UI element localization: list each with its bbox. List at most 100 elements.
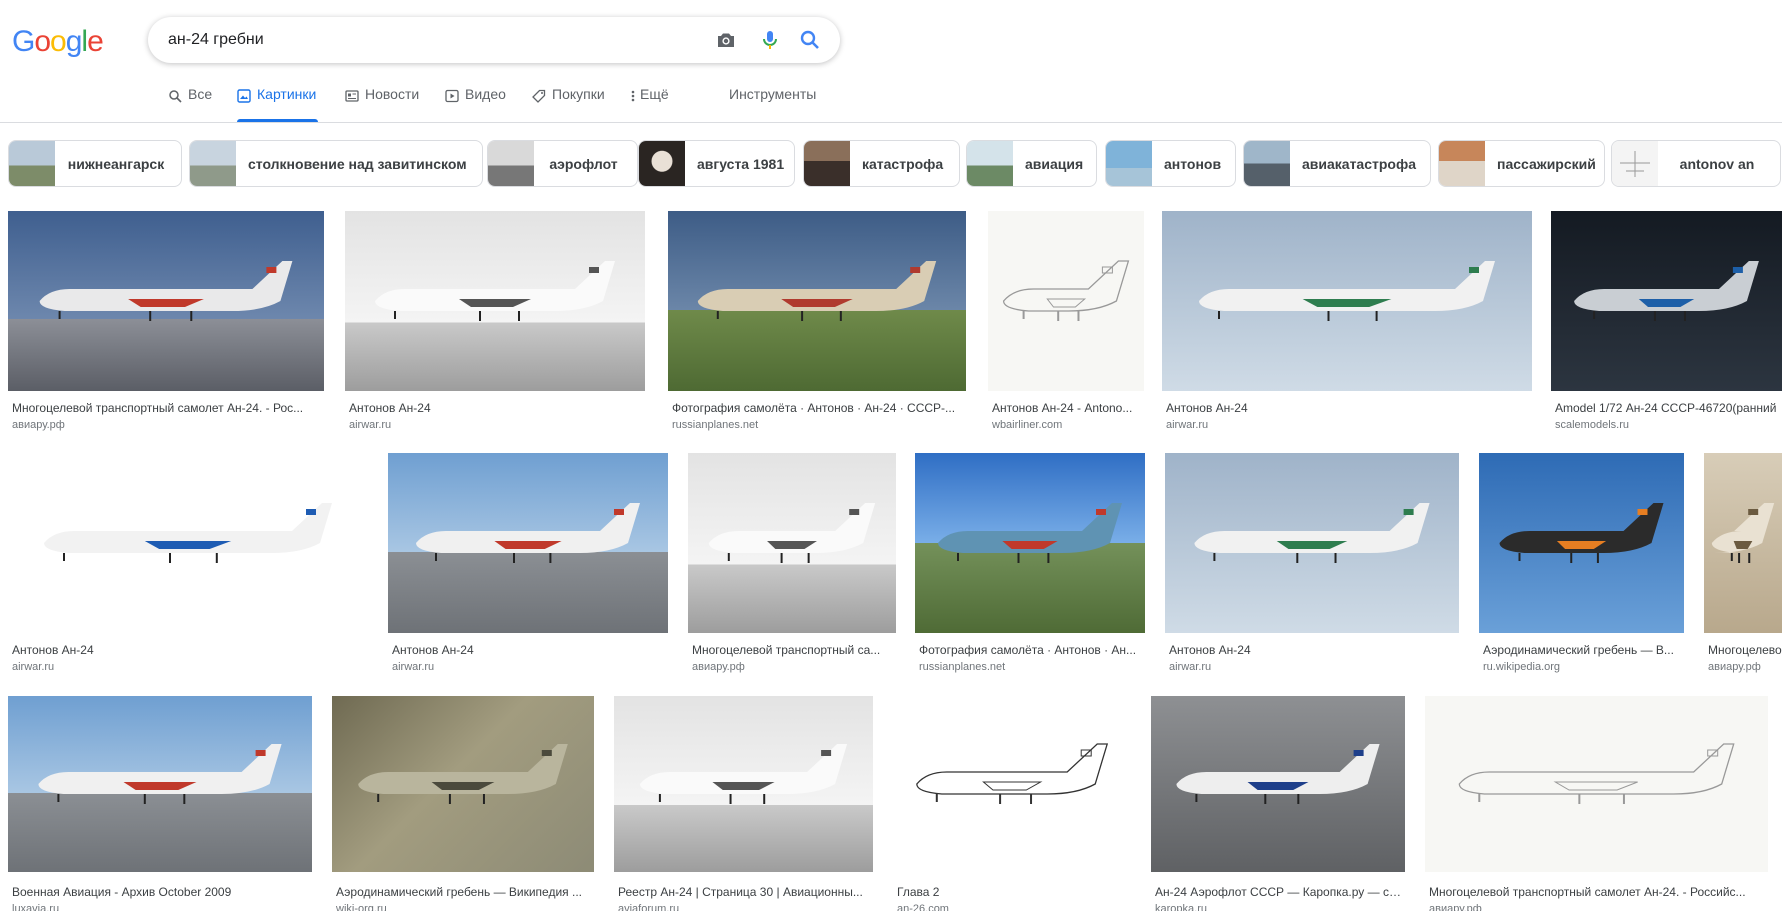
image-result[interactable]: Военная Авиация - Архив October 2009 lux…: [8, 696, 312, 911]
result-title: Антонов Ан-24: [349, 401, 431, 415]
result-source: авиару.рф: [692, 661, 745, 673]
image-result[interactable]: Многоцелевой транспортный самолет Ан-24.…: [8, 211, 324, 436]
aircraft-illustration: [39, 261, 293, 321]
tab-shopping[interactable]: Покупки: [532, 86, 605, 122]
image-result[interactable]: Многоцелево... авиару.рф: [1704, 453, 1782, 678]
result-source: ru.wikipedia.org: [1483, 661, 1561, 673]
image-result[interactable]: Антонов Ан-24 airwar.ru: [8, 453, 368, 678]
tab-label: Видео: [465, 86, 506, 102]
microphone-icon[interactable]: [758, 28, 782, 52]
result-title: Глава 2: [897, 885, 940, 899]
tab-more[interactable]: Ещё: [630, 86, 669, 122]
result-image: [388, 453, 668, 633]
image-result[interactable]: Антонов Ан-24 airwar.ru: [345, 211, 645, 436]
tab-video[interactable]: Видео: [445, 86, 506, 122]
result-title: Аэродинамический гребень — Википедия ...: [336, 885, 583, 899]
search-icon[interactable]: [798, 28, 822, 52]
chip-thumbnail: [804, 141, 850, 186]
image-result[interactable]: Антонов Ан-24 - Antono... wbairliner.com: [988, 211, 1144, 436]
news-icon: [345, 89, 359, 103]
result-image: [345, 211, 645, 391]
aircraft-illustration: [1194, 503, 1430, 563]
result-image: [1551, 211, 1782, 391]
tab-label: Покупки: [552, 86, 605, 102]
aircraft-illustration: [375, 261, 615, 321]
chip[interactable]: аэрофлот: [487, 140, 638, 187]
image-result[interactable]: Аэродинамический гребень — В... ru.wikip…: [1479, 453, 1684, 678]
aircraft-illustration: [697, 261, 937, 321]
image-result[interactable]: Антонов Ан-24 airwar.ru: [388, 453, 668, 678]
result-source: russianplanes.net: [672, 419, 759, 431]
logo-letter: g: [65, 25, 83, 58]
camera-icon[interactable]: [714, 28, 738, 52]
result-image: [915, 453, 1145, 633]
logo-letter: G: [12, 25, 35, 58]
result-source: airwar.ru: [392, 661, 435, 673]
image-result[interactable]: Антонов Ан-24 airwar.ru: [1165, 453, 1459, 678]
result-image: [688, 453, 896, 633]
image-result[interactable]: Реестр Ан-24 | Страница 30 | Авиационны.…: [614, 696, 873, 911]
result-image: [332, 696, 594, 872]
aircraft-illustration: [1002, 260, 1130, 321]
chip-thumbnail: [1612, 141, 1658, 186]
chip[interactable]: авиакатастрофа: [1243, 140, 1431, 187]
chip[interactable]: катастрофа: [803, 140, 960, 187]
result-image: [668, 211, 966, 391]
image-result[interactable]: Аэродинамический гребень — Википедия ...…: [332, 696, 594, 911]
aircraft-illustration: [38, 744, 282, 804]
aircraft-illustration: [416, 503, 640, 563]
chip-label: авиакатастрофа: [1302, 155, 1417, 172]
tools-button[interactable]: Инструменты: [729, 86, 816, 102]
result-image: [1479, 453, 1684, 633]
image-result[interactable]: Фотография самолёта · Антонов · Ан... ru…: [915, 453, 1145, 678]
image-result[interactable]: Глава 2 an-26.com: [893, 696, 1131, 911]
image-result[interactable]: Фотография самолёта · Антонов · Ан-24 · …: [668, 211, 966, 436]
result-source: aviaforum.ru: [618, 903, 680, 911]
tab-news[interactable]: Новости: [345, 86, 419, 122]
result-title: Многоцелевой транспортный самолет Ан-24.…: [12, 401, 304, 415]
result-source: an-26.com: [897, 903, 949, 911]
chip[interactable]: антонов: [1105, 140, 1236, 187]
google-logo[interactable]: Google: [12, 24, 104, 60]
result-image: [1425, 696, 1768, 872]
result-source: авиару.рф: [12, 419, 65, 431]
result-image: [614, 696, 873, 872]
image-result[interactable]: Антонов Ан-24 airwar.ru: [1162, 211, 1532, 436]
aircraft-illustration: [938, 503, 1122, 563]
image-result[interactable]: Многоцелевой транспортный самолет Ан-24.…: [1425, 696, 1768, 911]
result-title: Фотография самолёта · Антонов · Ан...: [919, 643, 1137, 657]
result-image: [8, 453, 368, 633]
result-title: Антонов Ан-24: [392, 643, 474, 657]
chip[interactable]: авиация: [966, 140, 1097, 187]
result-title: Фотография самолёта · Антонов · Ан-24 · …: [672, 401, 956, 415]
chip[interactable]: antonov an: [1611, 140, 1781, 187]
aircraft-illustration: [1458, 743, 1735, 804]
aircraft-illustration: [1199, 261, 1495, 321]
chip-thumbnail: [9, 141, 55, 186]
image-result[interactable]: Ан-24 Аэрофлот СССР — Каропка.ру — ст...…: [1151, 696, 1405, 911]
tab-images[interactable]: Картинки: [237, 86, 319, 122]
chip-label: катастрофа: [862, 155, 944, 172]
chip-thumbnail: [1244, 141, 1290, 186]
result-source: airwar.ru: [1166, 419, 1209, 431]
chip-thumbnail: [190, 141, 236, 186]
chip[interactable]: августа 1981: [638, 140, 795, 187]
image-result[interactable]: Многоцелевой транспортный са... авиару.р…: [688, 453, 896, 678]
tab-all[interactable]: Все: [168, 86, 212, 122]
chip[interactable]: столкновение над завитинском: [189, 140, 483, 187]
chip[interactable]: нижнеангарск: [8, 140, 182, 187]
image-result[interactable]: Amodel 1/72 Ан-24 СССР-46720(ранний scal…: [1551, 211, 1782, 436]
search-box[interactable]: ан-24 гребни: [148, 17, 840, 63]
result-title: Amodel 1/72 Ан-24 СССР-46720(ранний: [1555, 401, 1777, 415]
chip-label: пассажирский: [1497, 155, 1596, 172]
search-input[interactable]: ан-24 гребни: [168, 17, 264, 63]
chip-label: авиация: [1025, 155, 1084, 172]
chip-thumbnail: [1106, 141, 1152, 186]
chip-label: столкновение над завитинском: [248, 155, 467, 172]
chip[interactable]: пассажирский: [1438, 140, 1605, 187]
result-source: wiki-org.ru: [336, 903, 387, 911]
more-vert-icon: [630, 89, 636, 103]
tab-label: Новости: [365, 86, 420, 102]
result-image: [1162, 211, 1532, 391]
aircraft-illustration: [1176, 744, 1380, 804]
